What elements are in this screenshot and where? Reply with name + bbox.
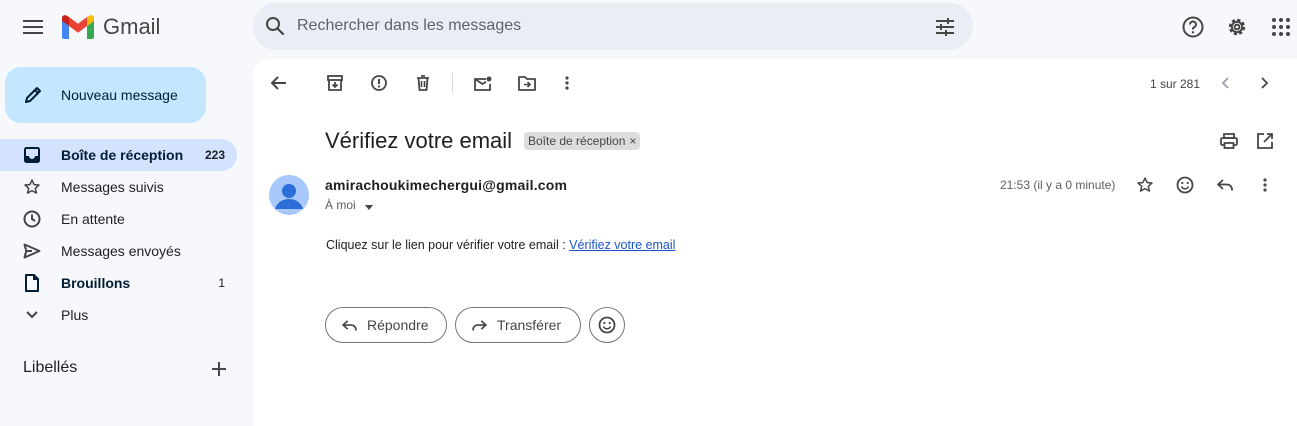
sidebar-item-label: Brouillons [61, 275, 131, 291]
clock-icon [22, 209, 42, 229]
forward-button[interactable]: Transférer [455, 307, 581, 343]
sidebar-item-label: Boîte de réception [61, 147, 184, 163]
search-bar[interactable] [253, 3, 973, 50]
star-icon [22, 177, 42, 197]
filter-icon[interactable] [933, 15, 957, 39]
emoji-icon [597, 315, 617, 335]
pencil-icon [21, 83, 45, 107]
label-chip-remove[interactable]: × [629, 132, 636, 150]
message-subject: Vérifiez votre email [325, 128, 513, 153]
search-icon[interactable] [263, 14, 287, 38]
print-icon[interactable] [1218, 130, 1240, 152]
compose-button[interactable]: Nouveau message [5, 67, 206, 123]
recipient-label: À moi [325, 198, 356, 212]
chevron-right-icon[interactable] [1254, 72, 1276, 94]
sender-email[interactable]: amirachoukimechergui@gmail.com [325, 177, 567, 193]
back-arrow-icon[interactable] [268, 72, 290, 94]
sidebar-item-sent[interactable]: Messages envoyés [0, 235, 237, 267]
settings-icon[interactable] [1225, 15, 1249, 39]
label-chip-text: Boîte de réception [528, 134, 626, 148]
verify-email-link[interactable]: Vérifiez votre email [569, 238, 675, 252]
help-icon[interactable] [1181, 15, 1205, 39]
apps-icon[interactable] [1269, 15, 1293, 39]
app-name: Gmail [103, 14, 161, 39]
sidebar-item-label: Messages envoyés [61, 243, 181, 259]
avatar[interactable] [269, 175, 309, 215]
sidebar-item-starred[interactable]: Messages suivis [0, 171, 237, 203]
chevron-down-icon [365, 199, 374, 213]
forward-label: Transférer [497, 317, 562, 333]
gmail-logo-icon[interactable] [61, 14, 95, 40]
forward-icon [470, 316, 488, 334]
emoji-reaction-button[interactable] [589, 307, 625, 343]
sidebar-item-label: En attente [61, 211, 125, 227]
label-chip[interactable]: Boîte de réception × [524, 132, 641, 150]
emoji-icon[interactable] [1174, 174, 1196, 196]
open-new-window-icon[interactable] [1254, 130, 1276, 152]
reply-button[interactable]: Répondre [325, 307, 447, 343]
sidebar-item-more[interactable]: Plus [0, 299, 237, 331]
message-body: Cliquez sur le lien pour vérifier votre … [326, 238, 675, 252]
sidebar-item-count: 223 [204, 148, 225, 162]
inbox-icon [22, 145, 42, 165]
send-icon [22, 241, 42, 261]
sidebar-item-label: Plus [61, 307, 89, 323]
message-body-text: Cliquez sur le lien pour vérifier votre … [326, 238, 570, 252]
menu-icon[interactable] [21, 15, 45, 39]
report-icon[interactable] [368, 72, 390, 94]
sidebar-item-inbox[interactable]: Boîte de réception 223 [0, 139, 237, 171]
compose-label: Nouveau message [61, 87, 178, 103]
file-icon [22, 273, 42, 293]
more-icon[interactable] [556, 72, 578, 94]
star-icon[interactable] [1134, 174, 1156, 196]
reply-icon [340, 316, 358, 334]
move-icon[interactable] [516, 72, 538, 94]
reply-icon[interactable] [1214, 174, 1236, 196]
more-icon[interactable] [1254, 174, 1276, 196]
sidebar-item-label: Messages suivis [61, 179, 164, 195]
labels-heading: Libellés [23, 359, 78, 376]
sidebar-item-snoozed[interactable]: En attente [0, 203, 237, 235]
mark-unread-icon[interactable] [472, 72, 494, 94]
message-time: 21:53 (il y a 0 minute) [1000, 178, 1116, 192]
chevron-left-icon[interactable] [1214, 72, 1236, 94]
archive-icon[interactable] [324, 72, 346, 94]
reply-label: Répondre [367, 317, 429, 333]
chevron-down-icon [22, 305, 42, 325]
pager-text: 1 sur 281 [1150, 77, 1201, 91]
recipient-toggle[interactable]: À moi [325, 198, 374, 213]
toolbar-divider [452, 73, 453, 93]
sidebar-item-drafts[interactable]: Brouillons 1 [0, 267, 237, 299]
search-input[interactable] [297, 15, 897, 37]
trash-icon[interactable] [412, 72, 434, 94]
plus-icon[interactable] [208, 358, 230, 380]
sidebar-item-count: 1 [218, 276, 225, 290]
